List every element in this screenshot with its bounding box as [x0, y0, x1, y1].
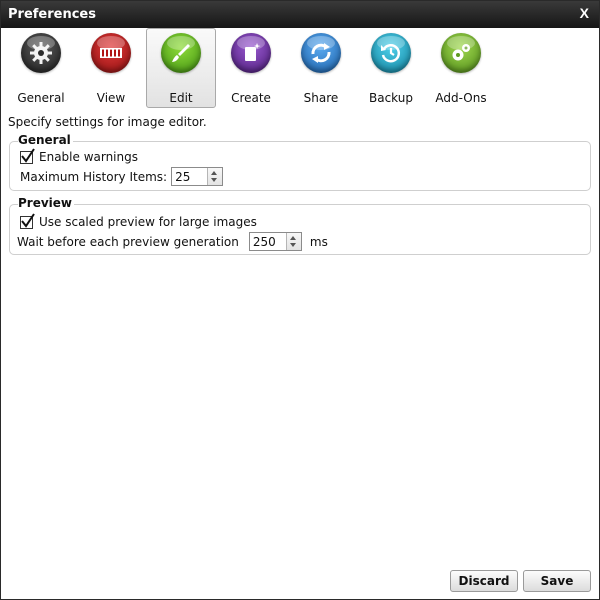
preview-wait-label: Wait before each preview generation	[17, 234, 239, 249]
gear-icon	[21, 33, 61, 73]
tab-create[interactable]: Create	[216, 28, 286, 108]
preferences-window: Preferences X General View Edit Create S…	[0, 0, 600, 600]
checkmark-icon	[21, 147, 35, 163]
tab-share-label: Share	[303, 91, 339, 105]
share-arrows-icon	[301, 33, 341, 73]
close-button[interactable]: X	[580, 5, 589, 21]
window-title: Preferences	[8, 7, 96, 22]
max-history-row: Maximum History Items: 25	[20, 167, 224, 186]
preview-wait-value: 250	[252, 235, 276, 249]
discard-button[interactable]: Discard	[450, 570, 518, 592]
spinner-down-icon[interactable]	[289, 243, 296, 247]
preview-wait-spinner[interactable]: 250	[248, 232, 302, 251]
preview-wait-unit: ms	[309, 234, 328, 249]
tab-share[interactable]: Share	[286, 28, 356, 108]
enable-warnings-checkbox[interactable]	[20, 147, 35, 164]
preview-group-title: Preview	[18, 196, 75, 210]
spinner-buttons[interactable]	[207, 168, 223, 185]
backup-clock-icon	[371, 33, 411, 73]
spinner-down-icon[interactable]	[211, 178, 218, 182]
section-description: Specify settings for image editor.	[8, 115, 207, 129]
scaled-preview-checkbox[interactable]	[20, 212, 35, 229]
spinner-up-icon[interactable]	[211, 171, 218, 175]
tab-general[interactable]: General	[6, 28, 76, 108]
max-history-label: Maximum History Items:	[20, 169, 168, 184]
preview-wait-row: Wait before each preview generation 250 …	[17, 232, 328, 251]
tab-backup[interactable]: Backup	[356, 28, 426, 108]
tab-view-label: View	[96, 91, 126, 105]
scaled-preview-row: Use scaled preview for large images	[20, 212, 257, 229]
tab-add-ons[interactable]: Add-Ons	[426, 28, 496, 108]
tab-edit[interactable]: Edit	[146, 28, 216, 108]
general-group-title: General	[18, 133, 73, 147]
tab-create-label: Create	[231, 91, 271, 105]
gears-icon	[441, 33, 481, 73]
tab-general-label: General	[17, 91, 65, 105]
checkmark-icon	[21, 212, 35, 228]
film-strip-icon	[91, 33, 131, 73]
spinner-up-icon[interactable]	[289, 236, 296, 240]
save-button[interactable]: Save	[523, 570, 591, 592]
tab-view[interactable]: View	[76, 28, 146, 108]
tab-add-ons-label: Add-Ons	[435, 91, 487, 105]
tab-backup-label: Backup	[369, 91, 413, 105]
spinner-buttons[interactable]	[285, 233, 301, 250]
category-toolbar: General View Edit Create Share Backup Ad…	[1, 28, 599, 112]
tab-edit-label: Edit	[169, 91, 193, 105]
new-document-icon	[231, 33, 271, 73]
max-history-spinner[interactable]: 25	[171, 167, 224, 186]
scaled-preview-label: Use scaled preview for large images	[39, 215, 257, 229]
enable-warnings-row: Enable warnings	[20, 147, 138, 164]
paintbrush-icon	[161, 33, 201, 73]
title-bar: Preferences X	[1, 1, 599, 28]
max-history-value: 25	[175, 170, 191, 184]
enable-warnings-label: Enable warnings	[39, 150, 138, 164]
